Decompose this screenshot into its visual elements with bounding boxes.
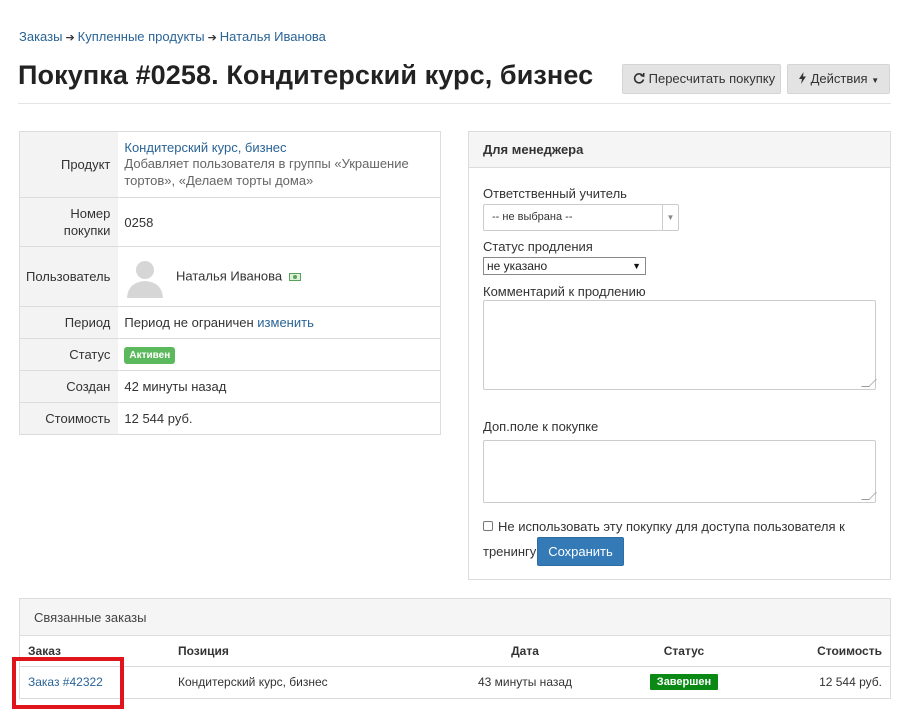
manager-panel-title: Для менеджера bbox=[469, 132, 890, 168]
renew-status-label: Статус продления bbox=[483, 239, 593, 254]
chevron-down-icon: ▼ bbox=[662, 205, 678, 230]
related-orders-title: Связанные заказы bbox=[20, 599, 890, 636]
renew-comment-label: Комментарий к продлению bbox=[483, 284, 646, 299]
breadcrumb-products-link[interactable]: Купленные продукты bbox=[78, 29, 205, 44]
col-order: Заказ bbox=[20, 636, 170, 667]
title-divider bbox=[18, 103, 891, 104]
order-link[interactable]: Заказ #42322 bbox=[28, 675, 103, 689]
extra-field-label: Доп.поле к покупке bbox=[483, 419, 599, 434]
teacher-select[interactable]: -- не выбрана -- ▼ bbox=[483, 204, 679, 231]
renew-status-value: не указано bbox=[487, 259, 548, 273]
no-access-checkbox-label-cont[interactable]: тренингу bbox=[483, 544, 536, 559]
created-value: 42 минуты назад bbox=[118, 370, 441, 403]
row-status: Статус Активен bbox=[19, 338, 441, 371]
breadcrumb-arrow-icon: ➔ bbox=[65, 32, 75, 44]
cost-label: Стоимость bbox=[19, 402, 119, 435]
product-description: Добавляет пользователя в группы «Украшен… bbox=[124, 156, 409, 188]
teacher-label: Ответственный учитель bbox=[483, 186, 627, 201]
chevron-down-icon: ▼ bbox=[632, 261, 641, 271]
col-date: Дата bbox=[450, 636, 600, 667]
user-name-link[interactable]: Наталья Иванова bbox=[176, 268, 282, 283]
number-value: 0258 bbox=[118, 197, 441, 247]
resize-grip-icon[interactable] bbox=[861, 492, 877, 500]
renew-status-select[interactable]: не указано ▼ bbox=[483, 257, 646, 275]
page-title: Покупка #0258. Кондитерский курс, бизнес bbox=[18, 60, 594, 90]
period-label: Период bbox=[19, 306, 119, 339]
no-access-checkbox-label[interactable]: Не использовать эту покупку для доступа … bbox=[498, 519, 845, 534]
bolt-icon bbox=[799, 72, 806, 84]
cost-value: 12 544 руб. bbox=[118, 402, 441, 435]
row-user: Пользователь Наталья Иванова bbox=[19, 246, 441, 307]
period-value: Период не ограничен bbox=[124, 315, 254, 330]
teacher-select-value: -- не выбрана -- bbox=[492, 211, 573, 223]
table-header-row: Заказ Позиция Дата Статус Стоимость bbox=[20, 636, 890, 667]
order-position: Кондитерский курс, бизнес bbox=[178, 675, 328, 690]
row-product: Продукт Кондитерский курс, бизнес Добавл… bbox=[19, 131, 441, 198]
manager-panel: Для менеджера Ответственный учитель -- н… bbox=[468, 131, 891, 580]
order-date: 43 минуты назад bbox=[477, 675, 573, 690]
col-position: Позиция bbox=[170, 636, 450, 667]
extra-field-textarea[interactable] bbox=[483, 440, 877, 503]
breadcrumb-user-link[interactable]: Наталья Иванова bbox=[220, 29, 326, 44]
actions-dropdown-button[interactable]: Действия ▼ bbox=[787, 64, 890, 94]
breadcrumb-arrow-icon: ➔ bbox=[207, 32, 217, 44]
order-status-badge: Завершен bbox=[649, 674, 719, 691]
breadcrumb-orders-link[interactable]: Заказы bbox=[19, 29, 62, 44]
row-created: Создан 42 минуты назад bbox=[19, 370, 441, 403]
money-icon[interactable] bbox=[288, 272, 301, 281]
related-orders-table: Заказ Позиция Дата Статус Стоимость Зака… bbox=[20, 636, 890, 698]
recalculate-button[interactable]: Пересчитать покупку bbox=[622, 64, 781, 94]
number-label: Номер покупки bbox=[19, 197, 119, 247]
refresh-icon bbox=[633, 72, 645, 84]
caret-down-icon: ▼ bbox=[871, 76, 880, 85]
period-change-link[interactable]: изменить bbox=[257, 315, 314, 330]
product-label: Продукт bbox=[19, 131, 119, 198]
related-orders-panel: Связанные заказы Заказ Позиция Дата Стат… bbox=[19, 598, 891, 699]
col-cost: Стоимость bbox=[768, 636, 890, 667]
col-status: Статус bbox=[600, 636, 768, 667]
row-cost: Стоимость 12 544 руб. bbox=[19, 402, 441, 435]
product-link[interactable]: Кондитерский курс, бизнес bbox=[124, 140, 286, 155]
purchase-info-table: Продукт Кондитерский курс, бизнес Добавл… bbox=[19, 131, 441, 435]
save-button[interactable]: Сохранить bbox=[537, 537, 624, 566]
resize-grip-icon[interactable] bbox=[861, 379, 877, 387]
recalculate-label: Пересчитать покупку bbox=[648, 71, 776, 86]
actions-label: Действия bbox=[810, 71, 868, 86]
row-number: Номер покупки 0258 bbox=[19, 197, 441, 247]
status-label: Статус bbox=[19, 338, 119, 371]
created-label: Создан bbox=[19, 370, 119, 403]
breadcrumb: Заказы ➔ Купленные продукты ➔ Наталья Иванов… bbox=[19, 29, 326, 44]
renew-comment-textarea[interactable] bbox=[483, 300, 877, 390]
avatar bbox=[127, 260, 164, 298]
row-period: Период Период не ограничен изменить bbox=[19, 306, 441, 339]
table-row: Заказ #42322 Кондитерский курс, бизнес 4… bbox=[20, 666, 890, 698]
no-access-checkbox[interactable] bbox=[483, 521, 493, 531]
user-label: Пользователь bbox=[19, 246, 119, 307]
order-cost: 12 544 руб. bbox=[819, 675, 882, 690]
status-badge: Активен bbox=[124, 346, 176, 364]
